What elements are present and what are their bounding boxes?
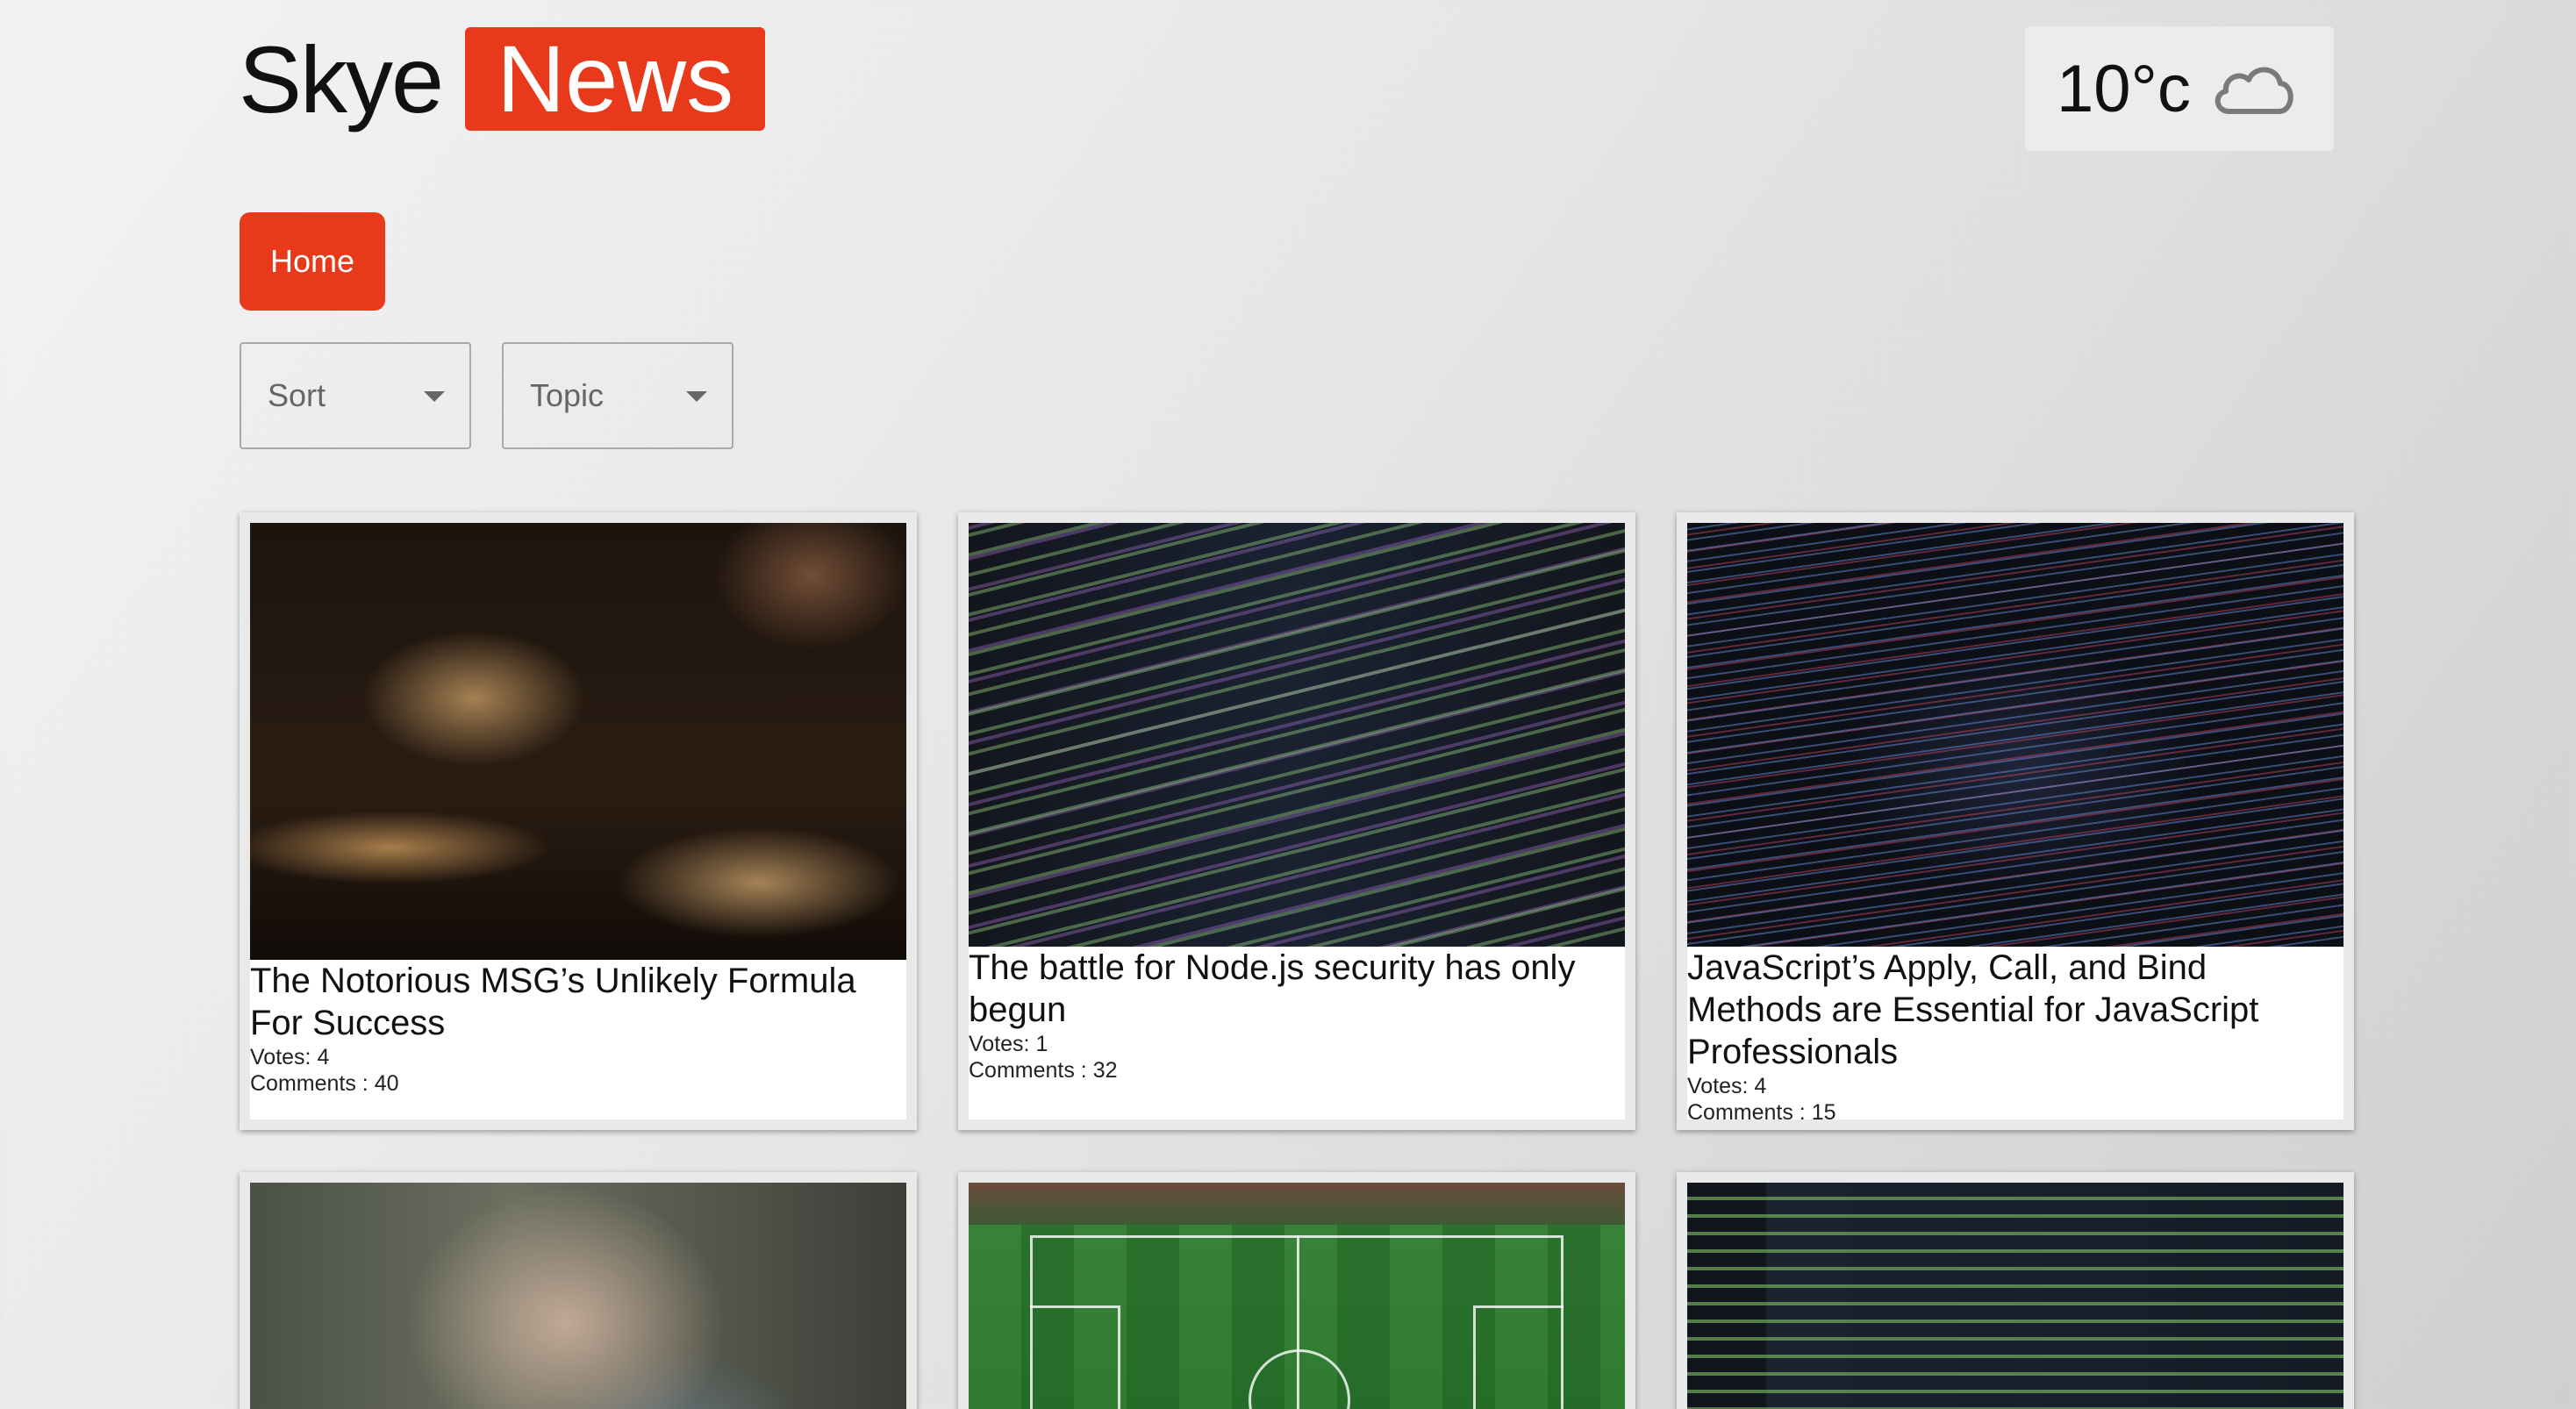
article-comments: Comments : 40 [250,1071,399,1096]
article-image-food [250,523,906,960]
topic-select-label: Topic [530,377,605,413]
home-button[interactable]: Home [240,212,385,311]
pitch-penalty-box-left [1030,1305,1120,1409]
article-votes: Votes: 4 [1687,1074,1767,1098]
chevron-down-icon [686,391,707,402]
article-image-code-editor [1687,1183,2343,1409]
sort-select[interactable]: Sort [240,342,471,449]
logo-news-badge: News [465,27,766,131]
topic-select[interactable]: Topic [502,342,733,449]
chevron-down-icon [424,391,445,402]
pitch-penalty-box-right [1473,1305,1563,1409]
article-image-person [250,1183,906,1409]
article-card[interactable] [1677,1172,2354,1409]
article-votes: Votes: 4 [250,1045,330,1069]
article-card[interactable]: The Notorious MSG’s Unlikely Formula For… [240,512,917,1130]
article-card[interactable]: The battle for Node.js security has only… [958,512,1635,1130]
sort-select-label: Sort [268,377,326,413]
article-votes: Votes: 1 [969,1032,1048,1056]
logo-skye-text: Skye [239,25,444,132]
article-image-code [969,523,1625,947]
cloud-icon [2215,67,2293,114]
article-card[interactable] [240,1172,917,1409]
weather-widget: 10°c [2025,26,2334,151]
article-title[interactable]: JavaScript’s Apply, Call, and Bind Metho… [1687,947,2343,1073]
stadium-stand [969,1183,1625,1225]
site-logo[interactable]: Skye News [239,25,766,132]
article-title[interactable]: The Notorious MSG’s Unlikely Formula For… [250,960,906,1044]
article-image-football-pitch [969,1183,1625,1409]
article-card[interactable] [958,1172,1635,1409]
article-image-code-dark [1687,523,2343,947]
weather-temperature: 10°c [2057,51,2191,126]
article-card[interactable]: JavaScript’s Apply, Call, and Bind Metho… [1677,512,2354,1130]
article-comments: Comments : 15 [1687,1100,1836,1125]
article-title[interactable]: The battle for Node.js security has only… [969,947,1625,1031]
article-comments: Comments : 32 [969,1058,1118,1083]
